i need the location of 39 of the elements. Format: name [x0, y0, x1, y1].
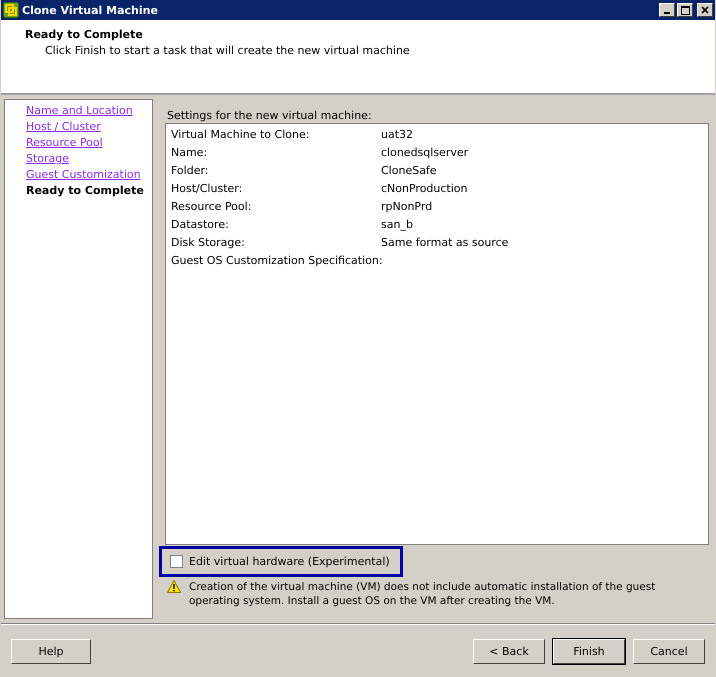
- setting-label: Name:: [171, 146, 208, 161]
- warning-icon: [167, 580, 181, 593]
- setting-value: rpNonPrd: [381, 200, 432, 215]
- page-title: Ready to Complete: [25, 28, 144, 41]
- maximize-icon: [680, 6, 690, 14]
- setting-value: clonedsqlserver: [381, 146, 468, 161]
- step-link[interactable]: Ready to Complete: [26, 184, 144, 197]
- dialog-button[interactable]: < Back: [473, 639, 545, 664]
- setting-label: Host/Cluster:: [171, 182, 244, 197]
- setting-label: Guest OS Customization Specification:: [171, 254, 381, 269]
- step-link[interactable]: Guest Customization: [26, 168, 141, 181]
- setting-value: Same format as source: [381, 236, 508, 251]
- close-icon: [701, 6, 709, 14]
- step-link[interactable]: Resource Pool: [26, 136, 103, 149]
- settings-caption: Settings for the new virtual machine:: [166, 109, 373, 122]
- setting-value: uat32: [381, 128, 414, 143]
- dialog-button[interactable]: Finish: [553, 639, 625, 664]
- setting-value: san_b: [381, 218, 413, 233]
- step-link[interactable]: Host / Cluster: [26, 120, 101, 133]
- dialog-button[interactable]: Cancel: [633, 639, 705, 664]
- setting-value: cNonProduction: [381, 182, 468, 197]
- step-link[interactable]: Storage: [26, 152, 70, 165]
- close-button[interactable]: [697, 3, 713, 17]
- setting-label: Disk Storage:: [171, 236, 246, 251]
- checkbox[interactable]: [170, 555, 183, 568]
- warning-text: Creation of the virtual machine (VM) does not include automatic installation of the guest operating system. Install a guest OS on the VM after creating the VM.: [189, 580, 656, 608]
- page-subtitle: Click Finish to start a task that will create the new virtual machine: [44, 44, 411, 57]
- setting-label: Datastore:: [171, 218, 230, 233]
- app-icon: [3, 2, 19, 18]
- setting-label: Folder:: [171, 164, 210, 179]
- help-button[interactable]: Help: [11, 639, 91, 664]
- window-title: Clone Virtual Machine: [22, 4, 159, 16]
- setting-value: CloneSafe: [381, 164, 437, 179]
- step-link[interactable]: Name and Location: [26, 104, 133, 117]
- maximize-button[interactable]: [677, 3, 693, 17]
- minimize-button[interactable]: [659, 3, 675, 17]
- setting-label: Virtual Machine to Clone:: [171, 128, 310, 143]
- setting-label: Resource Pool:: [171, 200, 252, 215]
- checkbox-label: Edit virtual hardware (Experimental): [189, 555, 390, 568]
